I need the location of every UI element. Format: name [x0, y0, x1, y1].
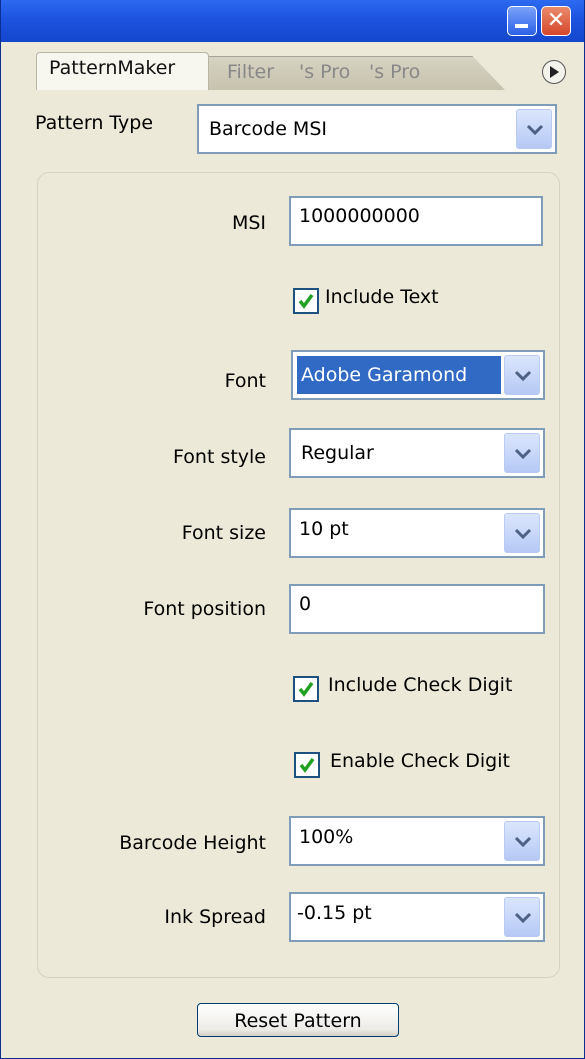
reset-pattern-button[interactable]: Reset Pattern — [197, 1003, 399, 1037]
msi-input[interactable]: 1000000000 — [289, 196, 543, 246]
enable-check-digit-label: Enable Check Digit — [330, 750, 510, 772]
msi-label: MSI — [231, 212, 266, 234]
tab-strip: 's Pro 's Pro Filter PatternMaker — [1, 42, 584, 92]
include-text-checkbox[interactable] — [293, 288, 319, 314]
chevron-down-icon[interactable] — [504, 433, 540, 473]
close-button[interactable]: ✕ — [541, 6, 571, 36]
font-select[interactable]: Adobe Garamond — [291, 350, 545, 400]
chevron-down-icon[interactable] — [504, 897, 540, 937]
pattern-type-select[interactable]: Barcode MSI — [197, 104, 557, 154]
ink-spread-value: -0.15 pt — [297, 902, 372, 924]
barcode-height-label: Barcode Height — [119, 832, 266, 854]
font-size-value: 10 pt — [299, 518, 349, 540]
barcode-height-value: 100% — [299, 826, 354, 848]
checkmark-icon — [298, 293, 314, 309]
ink-spread-select[interactable]: -0.15 pt — [289, 892, 545, 942]
font-size-select[interactable]: 10 pt — [289, 508, 545, 558]
tab-filter[interactable]: Filter — [203, 56, 293, 90]
checkmark-icon — [299, 757, 315, 773]
pattern-type-label: Pattern Type — [35, 112, 154, 134]
font-position-input[interactable]: 0 — [289, 584, 545, 634]
font-position-value: 0 — [299, 593, 312, 615]
tab-pro-2[interactable]: 's Pro — [357, 56, 505, 90]
chevron-down-icon[interactable] — [504, 513, 540, 553]
include-check-digit-label: Include Check Digit — [328, 674, 513, 696]
include-text-label: Include Text — [325, 286, 439, 308]
ink-spread-label: Ink Spread — [164, 906, 266, 928]
font-position-label: Font position — [143, 598, 266, 620]
minimize-button[interactable] — [507, 6, 537, 36]
panel-menu-icon — [550, 66, 559, 78]
barcode-height-select[interactable]: 100% — [289, 816, 545, 866]
font-style-label: Font style — [173, 446, 266, 468]
chevron-down-icon[interactable] — [504, 355, 540, 395]
font-style-select[interactable]: Regular — [289, 428, 545, 478]
title-bar[interactable]: ✕ — [1, 0, 584, 42]
close-icon: ✕ — [546, 8, 566, 33]
pattern-type-value: Barcode MSI — [209, 118, 327, 140]
panel-window: ✕ 's Pro 's Pro Filter PatternMaker Patt… — [0, 0, 585, 1059]
font-style-value: Regular — [301, 442, 374, 464]
font-label: Font — [224, 370, 266, 392]
msi-value: 1000000000 — [299, 205, 420, 227]
checkmark-icon — [298, 681, 314, 697]
tab-pro-1[interactable]: 's Pro — [283, 56, 368, 90]
tab-patternmaker[interactable]: PatternMaker — [36, 52, 209, 90]
chevron-down-icon[interactable] — [504, 821, 540, 861]
font-size-label: Font size — [181, 522, 266, 544]
panel-menu-button[interactable] — [542, 60, 566, 84]
include-check-digit-checkbox[interactable] — [293, 676, 319, 702]
enable-check-digit-checkbox[interactable] — [294, 752, 320, 778]
font-value: Adobe Garamond — [297, 356, 501, 394]
minimize-icon — [515, 24, 528, 28]
chevron-down-icon[interactable] — [516, 109, 552, 149]
